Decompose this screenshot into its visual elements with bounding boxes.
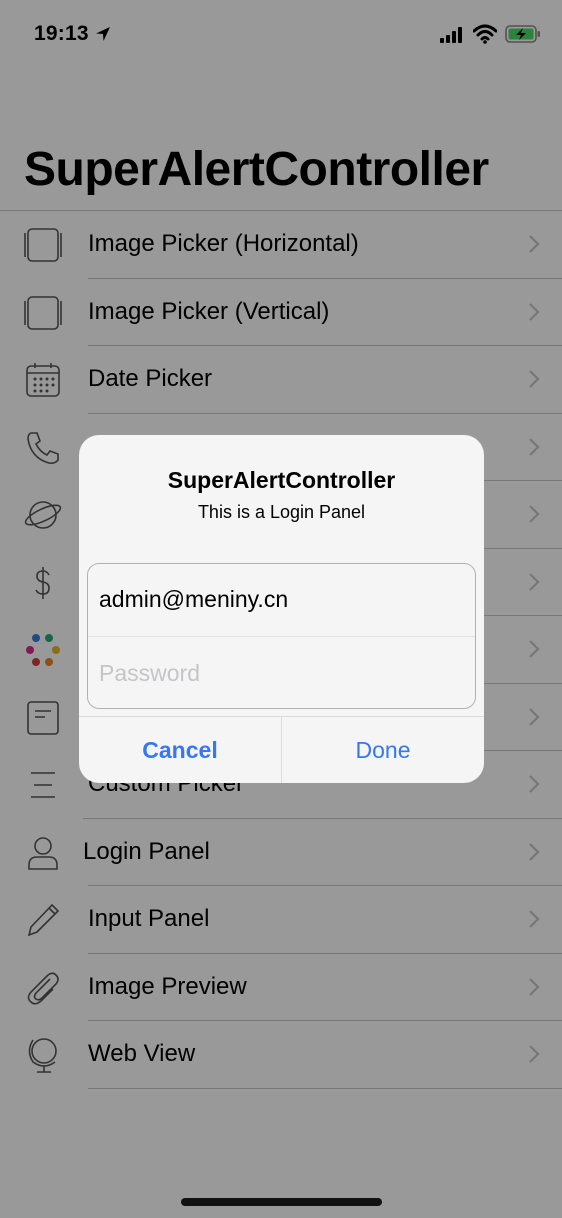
alert-title: SuperAlertController <box>167 467 396 493</box>
home-indicator[interactable] <box>181 1198 382 1206</box>
cancel-button[interactable]: Cancel <box>79 717 281 783</box>
login-fields: admin@meniny.cn Password <box>87 563 476 709</box>
login-alert: SuperAlertController This is a Login Pan… <box>79 435 484 783</box>
field-divider <box>88 636 475 637</box>
email-field[interactable]: admin@meniny.cn <box>99 586 288 613</box>
alert-message: This is a Login Panel <box>197 502 366 522</box>
done-button[interactable]: Done <box>282 717 484 783</box>
password-field[interactable]: Password <box>99 660 200 687</box>
